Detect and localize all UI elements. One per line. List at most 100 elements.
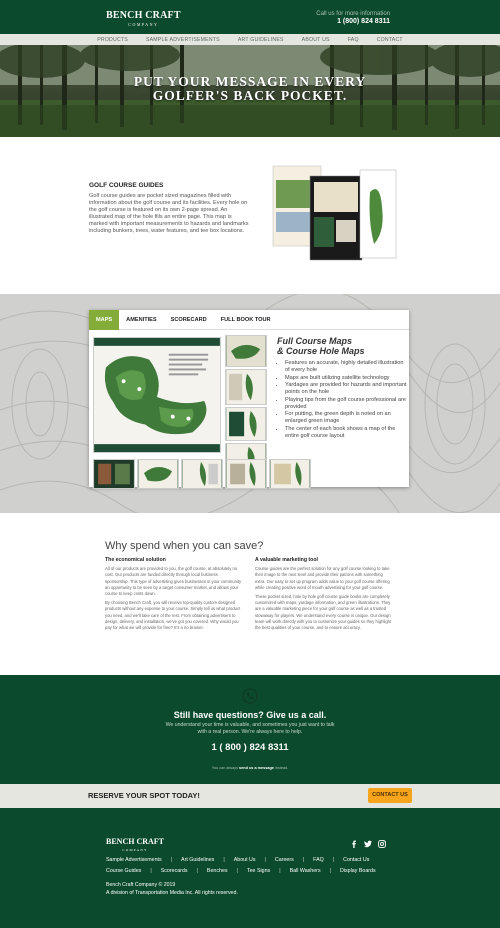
footer-link[interactable]: Contact Us [343, 857, 369, 863]
link-separator: | [302, 857, 305, 863]
footer-link[interactable]: Art Guidelines [181, 857, 214, 863]
tab-full-book-tour[interactable]: FULL BOOK TOUR [214, 310, 278, 330]
message-prompt: You can always send us a message instead… [0, 766, 500, 770]
feature-item: For putting, the green depth is noted on… [285, 411, 407, 425]
social-links [350, 840, 386, 848]
map-thumbnail[interactable] [225, 459, 267, 489]
hero-banner: PUT YOUR MESSAGE IN EVERY GOLFER'S BACK … [0, 45, 500, 137]
footer-link[interactable]: Careers [275, 857, 294, 863]
economical-paragraph: All of our products are provided to you,… [105, 566, 242, 597]
map-thumbnail[interactable] [225, 369, 267, 405]
footer-logo[interactable]: BENCH CRAFT COMPANY [106, 838, 164, 854]
footer-link[interactable]: Display Boards [340, 868, 376, 874]
main-nav: PRODUCTS SAMPLE ADVERTISEMENTS ART GUIDE… [0, 34, 500, 45]
nav-contact[interactable]: CONTACT [377, 37, 403, 43]
instagram-icon[interactable] [378, 840, 386, 848]
thumbnail-column [225, 335, 269, 475]
twitter-icon[interactable] [364, 840, 372, 848]
economical-paragraph: By choosing Bench Craft, you will receiv… [105, 600, 241, 631]
link-separator: | [150, 868, 152, 874]
link-separator: | [170, 857, 173, 863]
map-thumbnail[interactable] [225, 407, 267, 441]
call-info: Call us for more information 1 (800) 824… [316, 10, 390, 26]
link-separator: | [223, 857, 225, 863]
page: { "header": { "logo_main": "BENCH CRAFT"… [0, 0, 500, 928]
footer-link[interactable]: Benches [207, 868, 228, 874]
link-separator: | [329, 868, 331, 874]
footer-links-row-1: Sample Advertisements | Art Guidelines | A… [106, 857, 369, 863]
reserve-bar [0, 784, 500, 808]
copyright-block: Bench Craft Company © 2019 A division of… [106, 881, 238, 897]
why-heading: Why spend when you can save? [105, 540, 264, 552]
feature-item: Playing tips from the golf course profes… [285, 397, 407, 411]
questions-phone-number[interactable]: 1 ( 800 ) 824 8311 [0, 742, 500, 753]
link-separator: | [279, 868, 281, 874]
guides-title: GOLF COURSE GUIDES [89, 182, 164, 189]
site-header: BENCH CRAFT COMPANY Call us for more inf… [0, 0, 500, 34]
tab-maps[interactable]: MAPS [89, 309, 120, 330]
questions-title: Still have questions? Give us a call. [173, 710, 327, 720]
map-thumbnail[interactable] [269, 459, 311, 489]
feature-item: Yardages are provided for hazards and im… [285, 382, 407, 396]
marketing-paragraph: Course guides are the perfect solution f… [255, 566, 390, 590]
maps-feature-list: Features an accurate, highly detailed il… [285, 360, 407, 440]
reserve-text: RESERVE YOUR SPOT TODAY! [88, 791, 200, 800]
footer-link[interactable]: Sample Advertisements [106, 857, 162, 863]
footer-link[interactable]: Course Guides [106, 868, 141, 874]
footer-logo-sub: COMPANY [122, 848, 148, 852]
questions-sub-line-2: with a real person. We're always here to… [197, 728, 303, 735]
economical-title: The economical solution [105, 557, 166, 563]
link-separator: | [332, 857, 335, 863]
nav-faq[interactable]: FAQ [348, 37, 359, 43]
feature-item: Features an accurate, highly detailed il… [285, 360, 407, 374]
tab-scorecard[interactable]: SCORECARD [164, 310, 214, 330]
maps-heading-line-1: Full Course Maps [277, 336, 353, 346]
marketing-column: A valuable marketing tool Course guides … [255, 557, 392, 634]
phone-icon [242, 688, 258, 704]
facebook-icon[interactable] [350, 840, 358, 848]
maps-heading: Full Course Maps & Course Hole Maps [277, 336, 365, 356]
thumbnail-row [93, 459, 311, 489]
guide-booklets-image [272, 165, 397, 261]
footer-links-row-2: Course Guides | Scorecards | Benches | Tee … [106, 868, 376, 874]
marketing-title: A valuable marketing tool [255, 557, 318, 563]
feature-item: Maps are built utilizing satellite techn… [285, 375, 407, 382]
map-thumbnail[interactable] [93, 459, 135, 489]
maps-card: MAPS AMENITIES SCORECARD FULL BOOK TOUR … [89, 309, 409, 489]
footer-link[interactable]: Ball Washers [290, 868, 321, 874]
questions-sub-line-1: We understand your time is valuable, and… [165, 722, 335, 728]
contact-us-button[interactable]: CONTACT US [368, 788, 412, 803]
guides-description: Golf course guides are pocket sized maga… [89, 193, 249, 235]
maps-heading-line-2: & Course Hole Maps [277, 346, 365, 356]
site-logo[interactable]: BENCH CRAFT COMPANY [106, 11, 181, 29]
hero-headline: PUT YOUR MESSAGE IN EVERY GOLFER'S BACK … [0, 75, 500, 103]
link-separator: | [264, 857, 266, 863]
footer-link[interactable]: About Us [234, 857, 256, 863]
map-thumbnail[interactable] [137, 459, 179, 489]
link-separator: | [236, 868, 238, 874]
nav-sample-advertisements[interactable]: SAMPLE ADVERTISEMENTS [146, 37, 220, 43]
call-label: Call us for more information [316, 11, 390, 17]
footer-link[interactable]: Scorecards [161, 868, 188, 874]
marketing-paragraph: These pocket sized, hole by hole golf co… [255, 594, 392, 631]
send-message-link[interactable]: send us a message [239, 766, 274, 770]
hero-line-1: PUT YOUR MESSAGE IN EVERY [133, 74, 367, 89]
feature-item: The center of each book shows a map of t… [285, 426, 407, 440]
nav-art-guidelines[interactable]: ART GUIDELINES [238, 37, 284, 43]
questions-subtitle: We understand your time is valuable, and… [155, 722, 345, 735]
course-map-image[interactable] [93, 337, 221, 453]
map-thumbnail[interactable] [181, 459, 223, 489]
tab-bar: MAPS AMENITIES SCORECARD FULL BOOK TOUR [89, 309, 409, 330]
tab-amenities[interactable]: AMENITIES [119, 310, 163, 330]
footer-logo-main: BENCH CRAFT [106, 837, 165, 846]
nav-about-us[interactable]: ABOUT US [302, 37, 330, 43]
nav-products[interactable]: PRODUCTS [97, 37, 128, 43]
message-prompt-post: instead. [274, 766, 289, 770]
map-thumbnail[interactable] [225, 335, 267, 367]
division-text: A division of Transportation Media Inc. … [106, 890, 238, 896]
message-prompt-pre: You can always [211, 766, 238, 770]
footer-link[interactable]: Tee Signs [247, 868, 270, 874]
call-number[interactable]: 1 (800) 824 8311 [337, 18, 390, 25]
footer-link[interactable]: FAQ [313, 857, 324, 863]
link-separator: | [196, 868, 198, 874]
